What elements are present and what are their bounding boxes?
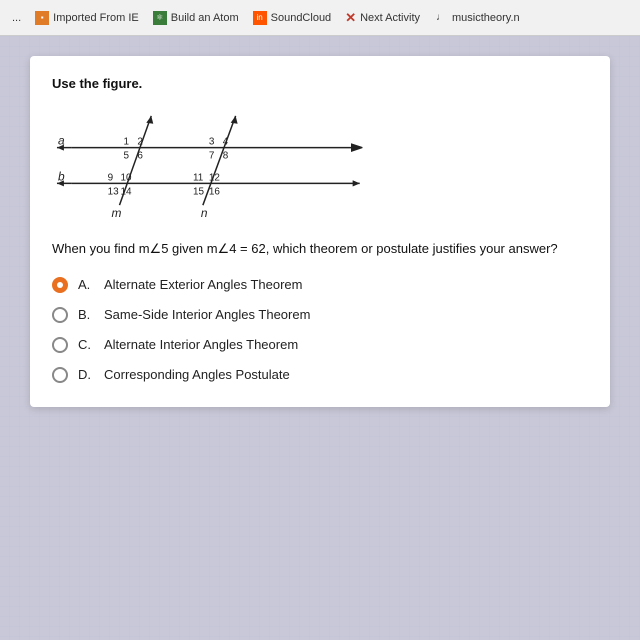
content-card: Use the figure. a b <box>30 56 610 407</box>
tab-next-activity[interactable]: ✕ Next Activity <box>341 8 424 28</box>
svg-text:6: 6 <box>137 151 143 162</box>
svg-text:7: 7 <box>209 151 215 162</box>
radio-c[interactable] <box>52 337 68 353</box>
tab-musictheory[interactable]: ♩ musictheory.n <box>430 9 524 27</box>
tab-musictheory-label: musictheory.n <box>452 12 520 24</box>
answer-options: A. Alternate Exterior Angles Theorem B. … <box>52 277 588 383</box>
soundcloud-icon: in <box>253 11 267 25</box>
option-d-text: Corresponding Angles Postulate <box>104 367 290 382</box>
option-d-letter: D. <box>78 367 94 382</box>
option-d[interactable]: D. Corresponding Angles Postulate <box>52 367 588 383</box>
option-a-letter: A. <box>78 277 94 292</box>
svg-text:14: 14 <box>120 186 132 197</box>
question-text: When you find m∠5 given m∠4 = 62, which … <box>52 239 588 259</box>
svg-text:5: 5 <box>123 151 129 162</box>
tab-build-atom-label: Build an Atom <box>171 12 239 24</box>
svg-text:2: 2 <box>137 137 143 148</box>
geometry-figure: a b m n <box>52 103 588 223</box>
option-a[interactable]: A. Alternate Exterior Angles Theorem <box>52 277 588 293</box>
tab-imported-ie[interactable]: ▪ Imported From IE <box>31 9 143 27</box>
svg-text:4: 4 <box>223 137 229 148</box>
next-activity-icon: ✕ <box>345 10 356 26</box>
tab-soundcloud[interactable]: in SoundCloud <box>249 9 336 27</box>
option-c-letter: C. <box>78 337 94 352</box>
svg-text:16: 16 <box>209 186 221 197</box>
option-b[interactable]: B. Same-Side Interior Angles Theorem <box>52 307 588 323</box>
svg-text:b: b <box>58 169 65 183</box>
radio-b[interactable] <box>52 307 68 323</box>
svg-text:9: 9 <box>108 172 114 183</box>
svg-text:1: 1 <box>123 137 129 148</box>
radio-d[interactable] <box>52 367 68 383</box>
svg-text:10: 10 <box>120 172 132 183</box>
tab-build-atom[interactable]: ⚛ Build an Atom <box>149 9 243 27</box>
radio-a[interactable] <box>52 277 68 293</box>
option-c[interactable]: C. Alternate Interior Angles Theorem <box>52 337 588 353</box>
svg-text:8: 8 <box>223 151 229 162</box>
browser-bar: ... ▪ Imported From IE ⚛ Build an Atom i… <box>0 0 640 36</box>
main-area: Use the figure. a b <box>0 36 640 640</box>
tab-soundcloud-label: SoundCloud <box>271 12 332 24</box>
use-figure-label: Use the figure. <box>52 76 588 91</box>
svg-text:m: m <box>112 206 122 220</box>
option-a-text: Alternate Exterior Angles Theorem <box>104 277 302 292</box>
tab-next-activity-label: Next Activity <box>360 12 420 24</box>
option-b-text: Same-Side Interior Angles Theorem <box>104 307 310 322</box>
imported-ie-icon: ▪ <box>35 11 49 25</box>
build-atom-icon: ⚛ <box>153 11 167 25</box>
option-b-letter: B. <box>78 307 94 322</box>
svg-text:15: 15 <box>193 186 205 197</box>
svg-text:3: 3 <box>209 137 215 148</box>
svg-text:13: 13 <box>108 186 120 197</box>
svg-text:n: n <box>201 206 208 220</box>
figure-area: a b m n <box>52 103 588 223</box>
svg-text:12: 12 <box>209 172 221 183</box>
svg-text:a: a <box>58 134 65 148</box>
option-c-text: Alternate Interior Angles Theorem <box>104 337 298 352</box>
musictheory-icon: ♩ <box>434 11 448 25</box>
svg-text:11: 11 <box>193 172 204 183</box>
browser-back[interactable]: ... <box>8 10 25 26</box>
tab-imported-ie-label: Imported From IE <box>53 12 139 24</box>
